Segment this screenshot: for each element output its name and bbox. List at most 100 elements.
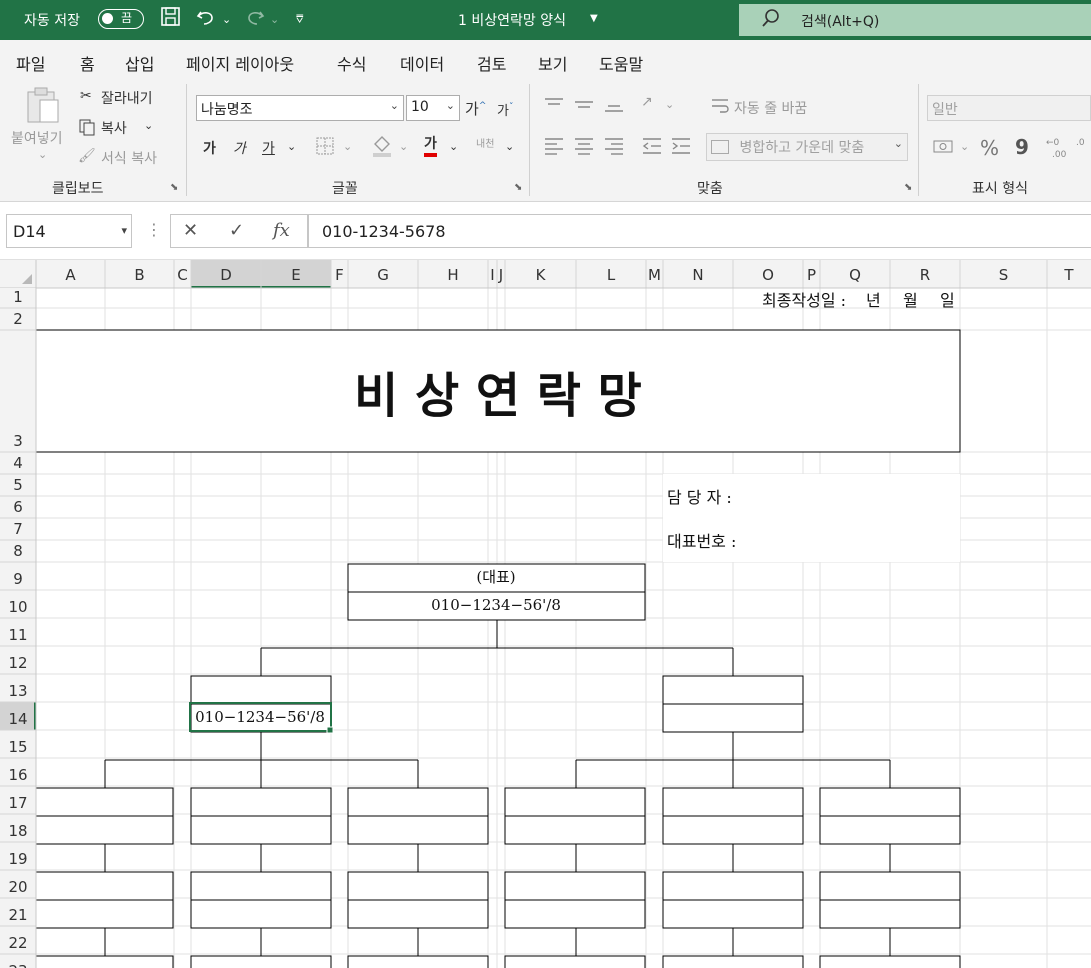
row-header-14[interactable]: 14 <box>8 710 27 728</box>
column-header-P[interactable]: P <box>807 266 816 284</box>
tab-insert[interactable]: 삽입 <box>125 51 154 75</box>
left-box-phone[interactable]: 010−1234−56'/8 <box>195 708 325 726</box>
font-launcher-icon[interactable]: ⬊ <box>514 182 522 193</box>
enter-icon[interactable]: ✓ <box>229 220 244 241</box>
column-header-G[interactable]: G <box>377 266 389 284</box>
increase-decimal-icon[interactable]: ←0.00 <box>1044 134 1070 164</box>
row-header-17[interactable]: 17 <box>8 794 27 812</box>
row-header-5[interactable]: 5 <box>13 476 23 494</box>
grow-font-button[interactable]: 가^ <box>465 98 486 119</box>
undo-icon[interactable] <box>195 6 217 33</box>
column-header-T[interactable]: T <box>1063 266 1074 284</box>
formula-input[interactable]: 010-1234-5678 <box>308 214 1091 248</box>
row-header-18[interactable]: 18 <box>8 822 27 840</box>
font-name-select[interactable]: 나눔명조 ⌄ <box>196 95 404 121</box>
last-updated-label[interactable]: 최종작성일 : <box>762 291 846 310</box>
column-header-S[interactable]: S <box>999 266 1009 284</box>
sheet-title[interactable]: 비 상 연 락 망 <box>354 368 642 424</box>
row-header-4[interactable]: 4 <box>13 454 23 472</box>
row-header-20[interactable]: 20 <box>8 878 27 896</box>
row-header-1[interactable]: 1 <box>13 288 23 306</box>
date-day[interactable]: 일 <box>940 291 955 310</box>
manager-label[interactable]: 담 당 자 : <box>667 488 732 507</box>
row-header-9[interactable]: 9 <box>13 570 23 588</box>
worksheet-grid[interactable]: A B C D E F G H I J K L M N O P Q R S T 1 2 3 4 5 6 7 8 9 10 11 12 13 14 1… <box>0 260 1091 968</box>
tab-data[interactable]: 데이터 <box>400 51 444 75</box>
column-header-E[interactable]: E <box>291 266 300 284</box>
tab-page-layout[interactable]: 페이지 레이아웃 <box>186 51 294 75</box>
row-header-8[interactable]: 8 <box>13 542 23 560</box>
font-color-dropdown-icon[interactable]: ⌄ <box>449 140 458 153</box>
row-header-2[interactable]: 2 <box>13 310 23 328</box>
row-header-7[interactable]: 7 <box>13 520 23 538</box>
row-header-3[interactable]: 3 <box>13 432 23 450</box>
column-header-M[interactable]: M <box>648 266 661 284</box>
row-header-16[interactable]: 16 <box>8 766 27 784</box>
autosave-toggle[interactable]: 끔 <box>98 9 144 29</box>
column-header-F[interactable]: F <box>335 266 344 284</box>
name-box[interactable]: D14 ▾ <box>6 214 132 248</box>
column-header-J[interactable]: J <box>498 266 503 284</box>
percent-button[interactable]: % <box>980 136 999 160</box>
accounting-dropdown-icon[interactable]: ⌄ <box>960 140 969 153</box>
align-left-icon[interactable] <box>543 136 565 160</box>
decrease-decimal-icon[interactable]: .0 <box>1074 134 1091 164</box>
top-box-label[interactable]: (대표) <box>476 568 515 586</box>
row-header-15[interactable]: 15 <box>8 738 27 756</box>
wrap-text-icon[interactable] <box>710 96 730 120</box>
align-bottom-icon[interactable] <box>603 96 625 118</box>
row-header-6[interactable]: 6 <box>13 498 23 516</box>
row-header-12[interactable]: 12 <box>8 654 27 672</box>
top-box-phone[interactable]: 010−1234−56'/8 <box>431 596 561 614</box>
comma-button[interactable]: 9 <box>1015 135 1029 159</box>
underline-dropdown-icon[interactable]: ⌄ <box>287 140 296 153</box>
phonetic-dropdown-icon[interactable]: ⌄ <box>505 140 514 153</box>
row-header-19[interactable]: 19 <box>8 850 27 868</box>
column-header-A[interactable]: A <box>65 266 76 284</box>
row-header-13[interactable]: 13 <box>8 682 27 700</box>
column-header-H[interactable]: H <box>447 266 458 284</box>
file-menu-dropdown-icon[interactable]: ▼ <box>590 13 598 24</box>
font-color-button[interactable]: 가 <box>424 135 437 157</box>
tab-file[interactable]: 파일 <box>16 51 45 75</box>
tab-formulas[interactable]: 수식 <box>337 51 366 75</box>
accounting-format-icon[interactable] <box>932 138 954 160</box>
align-right-icon[interactable] <box>603 136 625 160</box>
number-format-select[interactable]: 일반 <box>927 95 1091 121</box>
cancel-icon[interactable]: ✕ <box>183 220 198 241</box>
font-size-select[interactable]: 10 ⌄ <box>406 95 460 121</box>
copy-label[interactable]: 복사 <box>101 118 127 138</box>
column-header-C[interactable]: C <box>177 266 187 284</box>
rep-number-label[interactable]: 대표번호 : <box>667 532 736 551</box>
align-top-icon[interactable] <box>543 96 565 118</box>
cut-label[interactable]: 잘라내기 <box>101 88 153 108</box>
row-header-21[interactable]: 21 <box>8 906 27 924</box>
italic-button[interactable]: 가 <box>233 138 246 158</box>
column-header-R[interactable]: R <box>920 266 930 284</box>
tab-help[interactable]: 도움말 <box>599 51 643 75</box>
more-options-icon[interactable]: ⋮ <box>146 220 162 239</box>
borders-dropdown-icon[interactable]: ⌄ <box>343 140 352 153</box>
save-icon[interactable] <box>160 6 182 33</box>
date-month[interactable]: 월 <box>903 291 918 310</box>
alignment-launcher-icon[interactable]: ⬊ <box>904 182 912 193</box>
fill-color-dropdown-icon[interactable]: ⌄ <box>399 140 408 153</box>
undo-dropdown-icon[interactable]: ⌄ <box>222 13 231 26</box>
underline-button[interactable]: 가 <box>262 138 275 158</box>
insert-function-icon[interactable]: fx <box>273 220 290 241</box>
grid-canvas[interactable]: A B C D E F G H I J K L M N O P Q R S T12345678910111213141… <box>0 260 1091 968</box>
column-header-O[interactable]: O <box>762 266 774 284</box>
tab-home[interactable]: 홈 <box>80 51 95 81</box>
merge-center-button[interactable]: 병합하고 가운데 맞춤 ⌄ <box>706 133 908 161</box>
format-painter-label[interactable]: 서식 복사 <box>101 148 157 168</box>
copy-icon[interactable] <box>78 118 96 140</box>
orientation-icon[interactable]: ↗ <box>641 94 653 110</box>
orientation-dropdown-icon[interactable]: ⌄ <box>665 98 674 111</box>
wrap-text-label[interactable]: 자동 줄 바꿈 <box>734 98 807 118</box>
column-header-L[interactable]: L <box>607 266 616 284</box>
align-middle-icon[interactable] <box>573 96 595 118</box>
align-center-icon[interactable] <box>573 136 595 160</box>
column-header-Q[interactable]: Q <box>849 266 861 284</box>
tab-review[interactable]: 검토 <box>477 51 506 75</box>
row-header-23[interactable]: 23 <box>8 962 27 968</box>
